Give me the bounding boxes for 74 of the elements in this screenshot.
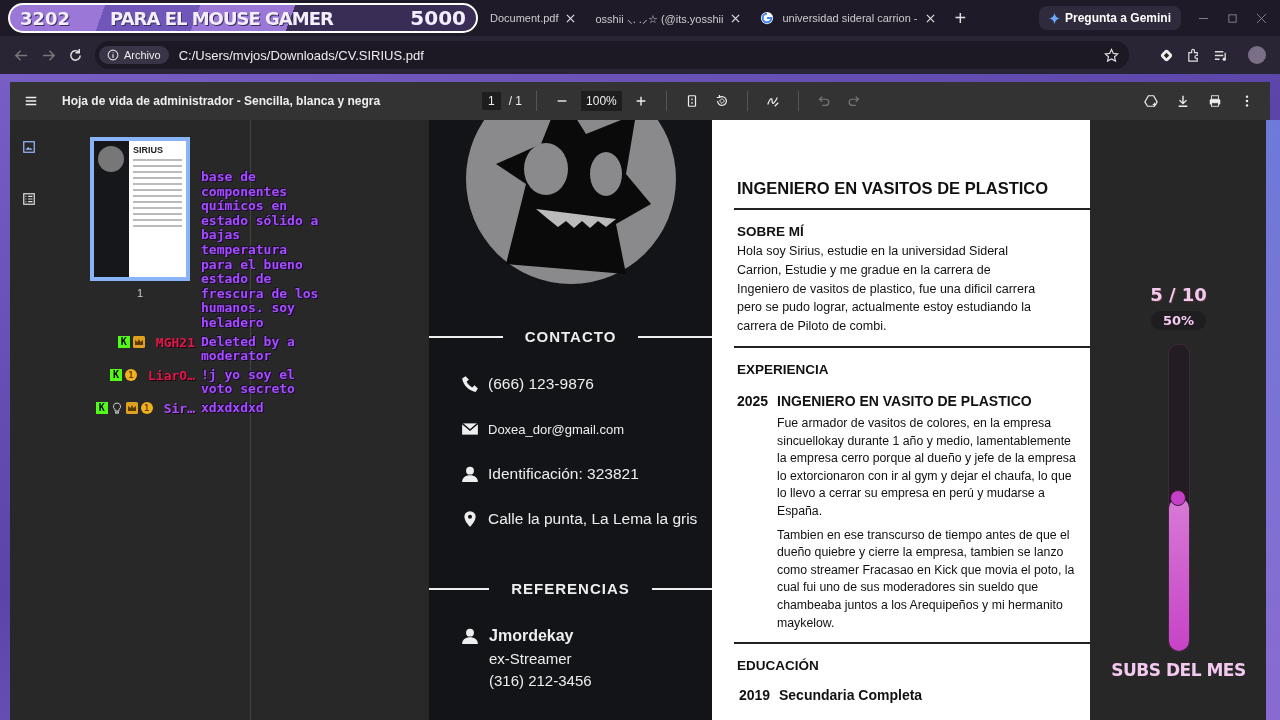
sparkle-icon: [1048, 12, 1060, 24]
rotate-icon[interactable]: [714, 94, 729, 108]
chat-username: MGH21: [155, 335, 195, 351]
thumbnails-icon[interactable]: [22, 140, 36, 154]
browser-tab[interactable]: universidad sideral carrion -: [752, 4, 943, 32]
crown-icon: [132, 335, 145, 348]
kick-badge: K: [117, 335, 130, 348]
gemini-button[interactable]: Pregunta a Gemini: [1038, 6, 1181, 30]
stream-count: 3202: [20, 7, 71, 29]
document-title: Hoja de vida de administrador - Sencilla, blanca y negra: [62, 94, 382, 108]
person-icon: [461, 627, 479, 645]
info-icon: [107, 49, 119, 61]
contact-text: Identificación: 323821: [488, 465, 639, 483]
page-total: / 1: [508, 94, 523, 108]
reference-name: Jmordekay: [489, 627, 575, 645]
envelope-icon: [461, 420, 479, 438]
contact-text: Doxea_dor@gmail.com: [488, 421, 625, 437]
kick-badge: K: [110, 368, 123, 381]
contact-text: Calle la punta, La Lema la gris: [488, 510, 698, 528]
section-heading: EDUCACIÓN: [737, 658, 820, 674]
chat-message: xdxdxdxd: [201, 400, 265, 417]
section-heading: EXPERIENCIA: [737, 362, 830, 377]
chat-username: Sir…: [163, 401, 195, 417]
reload-icon[interactable]: [68, 47, 83, 63]
contact-text: (666) 123-9876: [488, 375, 594, 393]
subs-percent: 50%: [1150, 311, 1207, 330]
outline-icon[interactable]: [22, 192, 36, 206]
page-number-field[interactable]: 1: [482, 92, 501, 110]
url-text: C:/Users/mvjos/Downloads/CV.SIRIUS.pdf: [178, 47, 424, 63]
globe-icon: [760, 11, 775, 25]
undo-icon[interactable]: [816, 94, 831, 108]
download-icon[interactable]: [1176, 94, 1190, 108]
bookmark-star-icon[interactable]: [1104, 47, 1119, 63]
experience-description: Tambien en ese transcurso de tiempo antes de que el dueño quiebre y cierre la empresa, tambien se lanzo como streamer Fracasao en Kick que movia el poto, la cual fui uno de sus moderadores sin sueldo que chambeaba juntos a los Arequipeños y mi hermanito maykelow.: [777, 526, 1076, 632]
print-icon[interactable]: [1208, 94, 1222, 108]
section-heading: REFERENCIAS: [429, 580, 712, 597]
profile-avatar[interactable]: [1248, 46, 1266, 64]
site-info-chip[interactable]: Archivo: [99, 46, 169, 64]
lightbulb-icon: [110, 401, 123, 414]
puzzle-icon[interactable]: [1186, 47, 1201, 63]
experience-description: Fue armador de vasitos de colores, en la empresa sincuellokay durante 1 año y medio, lamentablemente la empresa cerro porque al dueño y jefe de la empresa lo extorcionaron con ir al gym y dejar el chaufa, lo que lo llevo a cerrar su empresa en perú y mudarse a España.: [777, 415, 1077, 520]
browser-tab[interactable]: osshii ⸜. .⸝☆ (@its.yosshii: [587, 4, 749, 32]
experience-title: INGENIERO EN VASITO DE PLASTICO: [777, 393, 1032, 409]
menu-icon[interactable]: [24, 94, 38, 108]
section-heading: SOBRE MÍ: [737, 224, 805, 239]
browser-tab[interactable]: Document.pdf: [482, 4, 584, 32]
redo-icon[interactable]: [846, 94, 861, 108]
reference-phone: (316) 212-3456: [489, 672, 592, 689]
person-icon: [461, 465, 479, 483]
subs-count: 5 / 10: [1150, 284, 1207, 305]
job-title: INGENIERO EN VASITOS DE PLASTICO: [737, 179, 1050, 198]
new-tab-button[interactable]: +: [946, 6, 975, 30]
stream-goal: 5000: [410, 6, 466, 30]
address-field[interactable]: Archivo C:/Users/mvjos/Downloads/CV.SIRIUS.pdf: [95, 41, 1129, 69]
coin-badge: 1: [125, 368, 138, 381]
chat-message: Deleted by a moderator: [201, 334, 296, 364]
chat-message: base de componentes químicos en estado sólido a bajas temperatura para el bueno estado de frescura de los humanos. soy heladero: [201, 170, 320, 331]
coin-badge: 1: [140, 401, 153, 414]
chat-username: LiarO…: [148, 368, 195, 384]
maximize-icon[interactable]: [1227, 12, 1238, 24]
phone-icon: [461, 375, 479, 393]
education-title: Secundaria Completa: [779, 687, 923, 704]
page-number: 1: [136, 287, 144, 299]
crown-icon: [125, 401, 138, 414]
subs-label: SUBS DEL MES: [1111, 660, 1246, 680]
section-heading: CONTACTO: [429, 328, 712, 345]
experience-year: 2025: [737, 393, 767, 409]
location-pin-icon: [461, 510, 479, 528]
reference-role: ex-Streamer: [489, 650, 573, 667]
kick-badge: K: [95, 401, 108, 414]
page-thumbnail[interactable]: SIRIUS: [90, 137, 190, 281]
education-year: 2019: [739, 687, 769, 704]
zoom-field[interactable]: 100%: [581, 91, 622, 111]
about-paragraph: Hola soy Sirius, estudie en la universidad Sideral Carrion, Estudie y me gradue en la carrera de Ingeniero de vasitos de plastico, fue una dificil carrera pero se pudo lograr, actualmente estoy estudiando la carrera de Piloto de combi.: [737, 243, 1037, 336]
